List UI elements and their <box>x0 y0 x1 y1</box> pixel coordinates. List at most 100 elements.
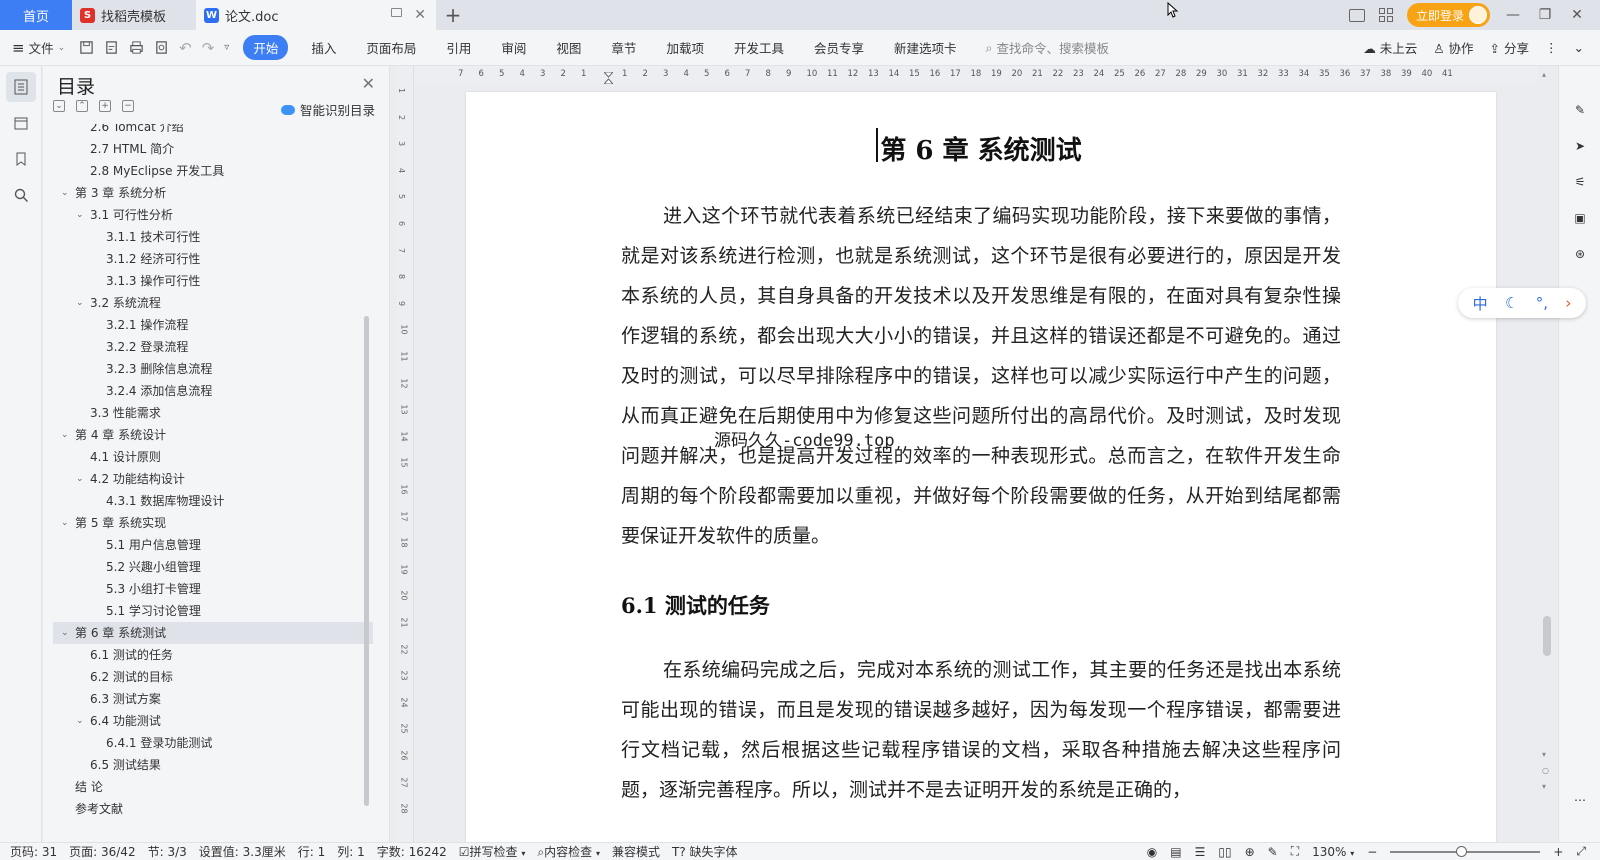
toc-item[interactable]: 3.3 性能需求 <box>53 402 373 424</box>
toc-item[interactable]: 5.1 用户信息管理 <box>53 534 373 556</box>
toc-item[interactable]: 6.2 测试的目标 <box>53 666 373 688</box>
toc-item[interactable]: 3.2.4 添加信息流程 <box>53 380 373 402</box>
zoom-slider-knob[interactable] <box>1456 845 1468 857</box>
tab-home[interactable]: 首页 <box>0 0 72 30</box>
document-scrollbar[interactable]: ▴ ▾ ○ ▾ <box>1538 66 1556 842</box>
write-mode-icon[interactable]: ✎ <box>1268 845 1278 859</box>
map-pin-icon[interactable]: ⊛ <box>1559 236 1600 272</box>
toc-item[interactable]: ⌄ 3.1 可行性分析 <box>53 204 373 226</box>
toc-item[interactable]: 6.3 测试方案 <box>53 688 373 710</box>
fullscreen-icon[interactable]: ⤢ <box>1576 844 1586 859</box>
eye-protection-icon[interactable]: ◉ <box>1147 845 1157 859</box>
print-preview-icon[interactable] <box>154 40 169 55</box>
moon-icon[interactable]: ☾ <box>1505 294 1518 312</box>
add-heading-icon[interactable]: + <box>99 100 111 112</box>
find-icon[interactable] <box>6 180 36 210</box>
toc-item[interactable]: ⌄ 第 3 章 系统分析 <box>53 182 373 204</box>
tab-docer-templates[interactable]: S 找稻壳模板 <box>72 0 196 30</box>
select-pointer-icon[interactable]: ➤ <box>1559 128 1600 164</box>
chevron-down-icon[interactable]: ⌄ <box>61 424 69 446</box>
print-icon[interactable] <box>129 40 144 55</box>
tab-references[interactable]: 引用 <box>446 38 471 57</box>
next-page-icon[interactable]: ▾ <box>1542 782 1546 791</box>
redo-icon[interactable]: ↷ <box>202 39 215 57</box>
share-button[interactable]: ⇪ 分享 <box>1490 38 1529 57</box>
tab-popout-icon[interactable] <box>391 8 402 17</box>
close-icon[interactable]: ✕ <box>414 7 426 23</box>
save-icon[interactable] <box>79 40 94 55</box>
more-horizontal-icon[interactable]: ⋯ <box>1559 782 1600 818</box>
toc-item[interactable]: ⌄ 第 5 章 系统实现 <box>53 512 373 534</box>
collapse-ribbon-icon[interactable]: ⌄ <box>1574 40 1584 55</box>
chevron-down-icon[interactable]: ⌄ <box>61 622 69 644</box>
zoom-out-icon[interactable]: − <box>1367 845 1377 859</box>
ime-toolbar[interactable]: 中 ☾ °, › <box>1458 288 1586 318</box>
toc-item[interactable]: 3.1.3 操作可行性 <box>53 270 373 292</box>
smart-toc-button[interactable]: 智能识别目录 <box>280 100 375 119</box>
pen-icon[interactable]: ✎ <box>1559 92 1600 128</box>
spell-check-button[interactable]: ☑拼写检查 ▾ <box>459 843 526 860</box>
expand-all-icon[interactable]: ⌃ <box>76 100 88 112</box>
tab-insert[interactable]: 插入 <box>311 38 336 57</box>
toc-item[interactable]: 6.5 测试结果 <box>53 754 373 776</box>
tab-thesis-doc[interactable]: W 论文.doc ✕ <box>196 0 436 30</box>
tab-new[interactable]: 新建选项卡 <box>894 38 957 57</box>
file-menu[interactable]: ≡ 文件 ⌄ <box>12 38 65 57</box>
close-icon[interactable]: ✕ <box>362 74 375 93</box>
toc-item[interactable]: 3.1.1 技术可行性 <box>53 226 373 248</box>
toc-item[interactable]: 3.2.2 登录流程 <box>53 336 373 358</box>
toc-item[interactable]: 2.7 HTML 简介 <box>53 138 373 160</box>
content-check-button[interactable]: ⌕内容检查 ▾ <box>537 843 600 860</box>
remove-heading-icon[interactable]: − <box>122 100 134 112</box>
page-view-icon[interactable]: ▤ <box>1170 845 1181 859</box>
toc-item[interactable]: 3.2.1 操作流程 <box>53 314 373 336</box>
tab-chapter[interactable]: 章节 <box>611 38 636 57</box>
prev-page-icon[interactable]: ▾ <box>1542 750 1546 759</box>
toc-item[interactable]: ⌄ 3.2 系统流程 <box>53 292 373 314</box>
image-tool-icon[interactable]: ▣ <box>1559 200 1600 236</box>
zoom-slider[interactable] <box>1390 845 1541 857</box>
minimize-icon[interactable]: — <box>1504 7 1522 23</box>
export-pdf-icon[interactable] <box>104 40 119 55</box>
command-search[interactable]: ⌕ 查找命令、搜索模板 <box>986 38 1110 57</box>
scroll-thumb[interactable] <box>1543 616 1551 656</box>
tab-view[interactable]: 视图 <box>556 38 581 57</box>
restore-icon[interactable]: ❐ <box>1536 7 1554 23</box>
chevron-down-icon[interactable]: ⌄ <box>76 468 84 490</box>
quick-access-dropdown-icon[interactable]: ▿ <box>224 42 229 53</box>
page-count[interactable]: 页面: 36/42 <box>69 843 135 860</box>
section-count[interactable]: 节: 3/3 <box>148 843 187 860</box>
tab-member[interactable]: 会员专享 <box>814 38 864 57</box>
read-view-icon[interactable]: ▯▯ <box>1218 845 1231 859</box>
outline-view-icon[interactable]: ☰ <box>1195 845 1206 859</box>
collab-button[interactable]: ♙ 协作 <box>1433 38 1473 57</box>
tab-page-layout[interactable]: 页面布局 <box>366 38 416 57</box>
chevron-right-icon[interactable]: › <box>1565 294 1571 312</box>
word-count[interactable]: 字数: 16242 <box>377 843 447 860</box>
bookmark-icon[interactable] <box>6 144 36 174</box>
toc-item[interactable]: 2.8 MyEclipse 开发工具 <box>53 160 373 182</box>
toc-item[interactable]: 6.1 测试的任务 <box>53 644 373 666</box>
punct-mode[interactable]: °, <box>1536 294 1548 312</box>
chevron-down-icon[interactable]: ⌄ <box>61 182 69 204</box>
toc-item[interactable]: 结 论 <box>53 776 373 798</box>
chapter-nav-icon[interactable] <box>6 108 36 138</box>
toc-item[interactable]: 5.3 小组打卡管理 <box>53 578 373 600</box>
indent-marker-icon[interactable] <box>604 72 613 84</box>
toc-item[interactable]: 5.1 学习讨论管理 <box>53 600 373 622</box>
toc-scrollbar[interactable] <box>364 316 369 806</box>
select-browse-icon[interactable]: ○ <box>1542 766 1549 775</box>
toc-item[interactable]: 4.1 设计原则 <box>53 446 373 468</box>
zoom-level[interactable]: 130% ▾ <box>1312 845 1354 859</box>
toc-item[interactable]: 参考文献 <box>53 798 373 820</box>
login-button[interactable]: 立即登录 <box>1406 3 1490 27</box>
toc-item[interactable]: 6.4.1 登录功能测试 <box>53 732 373 754</box>
chevron-down-icon[interactable]: ⌄ <box>61 512 69 534</box>
collapse-all-icon[interactable]: ⌄ <box>53 100 65 112</box>
web-view-icon[interactable]: ⊕ <box>1245 845 1255 859</box>
undo-icon[interactable]: ↶ <box>179 39 192 57</box>
setting-value[interactable]: 设置值: 3.3厘米 <box>199 843 286 860</box>
toc-item[interactable]: 2.6 Tomcat 介绍 <box>53 124 373 138</box>
tab-review[interactable]: 审阅 <box>501 38 526 57</box>
window-close-icon[interactable]: ✕ <box>1568 7 1586 23</box>
